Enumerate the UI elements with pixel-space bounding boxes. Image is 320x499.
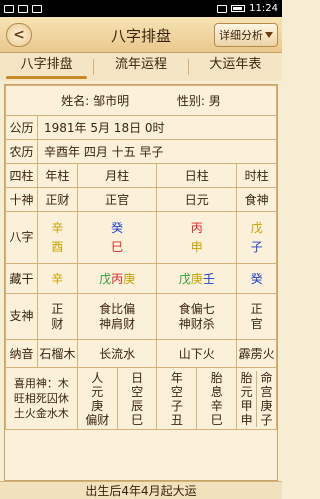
extra-col-taiyuan-minggong: 胎元甲申 命宫庚子 xyxy=(236,367,277,430)
extra-col-taixi: 胎息辛巳 xyxy=(196,367,238,430)
gender-label: 性别: xyxy=(176,94,205,108)
nayin-hour: 霹雳火 xyxy=(236,339,277,368)
zhishen-label: 支神 xyxy=(5,293,38,340)
branch-day: 申 xyxy=(190,239,203,254)
tab-dayun[interactable]: 大运年表 xyxy=(189,53,282,81)
extra-col-renyuan: 人元庚偏财 xyxy=(76,367,118,430)
extra-col-taiyuan: 胎元甲申 xyxy=(237,370,258,427)
branch-year: 酉 xyxy=(51,239,64,254)
canggan-day: 戊庚壬 xyxy=(156,263,238,294)
canggan-day-2: 庚 xyxy=(190,272,203,286)
shishen-day: 日元 xyxy=(156,187,238,212)
zhishen-hour: 正官 xyxy=(236,293,277,340)
status-time: 11:24 xyxy=(249,3,278,14)
canggan-month: 戊丙庚 xyxy=(76,263,158,294)
zhishen-year-1: 正 xyxy=(51,301,64,316)
stem-month: 癸 xyxy=(111,220,124,235)
status-icons-left xyxy=(4,4,42,13)
name-row: 姓名: 邹市明 性别: 男 xyxy=(5,85,277,116)
pillar-hour: 时柱 xyxy=(236,163,277,188)
shishen-label: 十神 xyxy=(5,187,38,212)
stem-day: 丙 xyxy=(190,220,203,235)
canggan-day-3: 壬 xyxy=(202,272,215,286)
wifi-icon xyxy=(217,4,228,13)
zhishen-day-2: 神财杀 xyxy=(178,316,215,331)
tab-bar: 八字排盘 流年运程 大运年表 xyxy=(0,53,282,81)
canggan-year: 辛 xyxy=(37,263,78,294)
extra-col-niankong: 年空子丑 xyxy=(156,367,198,430)
canggan-hour: 癸 xyxy=(236,263,277,294)
zhishen-hour-1: 正 xyxy=(250,301,263,316)
extra-col-rikong: 日空辰巳 xyxy=(116,367,158,430)
nayin-day: 山下火 xyxy=(156,339,238,368)
zhishen-day-1: 食偏七 xyxy=(178,301,215,316)
shishen-month: 正官 xyxy=(76,187,158,212)
extra-col-minggong: 命宫庚子 xyxy=(260,370,273,427)
app-icon xyxy=(32,4,42,13)
wang-text: 旺相死囚休 xyxy=(13,392,69,405)
canggan-label: 藏干 xyxy=(5,263,38,294)
pillar-day: 日柱 xyxy=(156,163,238,188)
branch-month: 巳 xyxy=(111,239,124,254)
tab-bazi-paipan[interactable]: 八字排盘 xyxy=(0,53,93,81)
detail-analysis-label: 详细分析 xyxy=(219,29,263,42)
zhishen-month-2: 神肩财 xyxy=(99,316,136,331)
xiyong-text: 喜用神：木 xyxy=(13,377,69,390)
canggan-year-1: 辛 xyxy=(51,272,64,286)
chevron-down-icon xyxy=(265,32,273,38)
zhishen-month-1: 食比偏 xyxy=(99,301,136,316)
stem-year: 辛 xyxy=(51,220,64,235)
canggan-month-3: 庚 xyxy=(123,272,136,286)
status-icons-right: 11:24 xyxy=(217,3,278,14)
xiyong-cell: 喜用神：木 旺相死囚休 土火金水木 xyxy=(5,367,78,430)
gongli-value: 1981年 5月 18日 0时 xyxy=(37,115,277,140)
branch-hour: 子 xyxy=(250,239,263,254)
gender-value: 男 xyxy=(208,94,221,108)
pillar-month: 月柱 xyxy=(76,163,158,188)
bazi-day: 丙申 xyxy=(156,211,238,264)
stem-hour: 戊 xyxy=(250,220,263,235)
dayun-footer: 出生后4年4月起大运 xyxy=(0,481,282,499)
nongli-label: 农历 xyxy=(5,139,38,164)
canggan-hour-1: 癸 xyxy=(250,272,263,286)
canggan-month-1: 戊 xyxy=(99,272,112,286)
zhishen-day: 食偏七 神财杀 xyxy=(156,293,238,340)
bazi-board: 姓名: 邹市明 性别: 男 公历 1981年 5月 18日 0时 农历 辛酉年 … xyxy=(4,84,278,481)
bazi-year: 辛酉 xyxy=(37,211,78,264)
bazi-month: 癸巳 xyxy=(76,211,158,264)
nayin-month: 长流水 xyxy=(76,339,158,368)
bazi-label: 八字 xyxy=(5,211,38,264)
image-icon xyxy=(18,4,28,13)
pillar-year: 年柱 xyxy=(37,163,78,188)
shishen-hour: 食神 xyxy=(236,187,277,212)
title-bar: < 八字排盘 详细分析 xyxy=(0,17,282,53)
bazi-table: 姓名: 邹市明 性别: 男 公历 1981年 5月 18日 0时 农历 辛酉年 … xyxy=(5,85,277,430)
status-bar: 11:24 xyxy=(0,0,282,17)
bazi-hour: 戊子 xyxy=(236,211,277,264)
wuxing-text: 土火金水木 xyxy=(13,407,69,420)
zhishen-year-2: 财 xyxy=(51,316,64,331)
notification-icon xyxy=(4,4,14,13)
detail-analysis-button[interactable]: 详细分析 xyxy=(214,23,278,47)
battery-icon xyxy=(231,5,246,12)
name-value: 邹市明 xyxy=(93,94,130,108)
tab-liunian[interactable]: 流年运程 xyxy=(94,53,187,81)
gongli-label: 公历 xyxy=(5,115,38,140)
pillars-label: 四柱 xyxy=(5,163,38,188)
zhishen-year: 正财 xyxy=(37,293,78,340)
nayin-year: 石榴木 xyxy=(37,339,78,368)
canggan-day-1: 戊 xyxy=(178,272,191,286)
nayin-label: 纳音 xyxy=(5,339,38,368)
zhishen-hour-2: 官 xyxy=(250,316,263,331)
shishen-year: 正财 xyxy=(37,187,78,212)
name-label: 姓名: xyxy=(61,94,90,108)
canggan-month-2: 丙 xyxy=(111,272,124,286)
nongli-value: 辛酉年 四月 十五 早子 xyxy=(37,139,277,164)
zhishen-month: 食比偏 神肩财 xyxy=(76,293,158,340)
